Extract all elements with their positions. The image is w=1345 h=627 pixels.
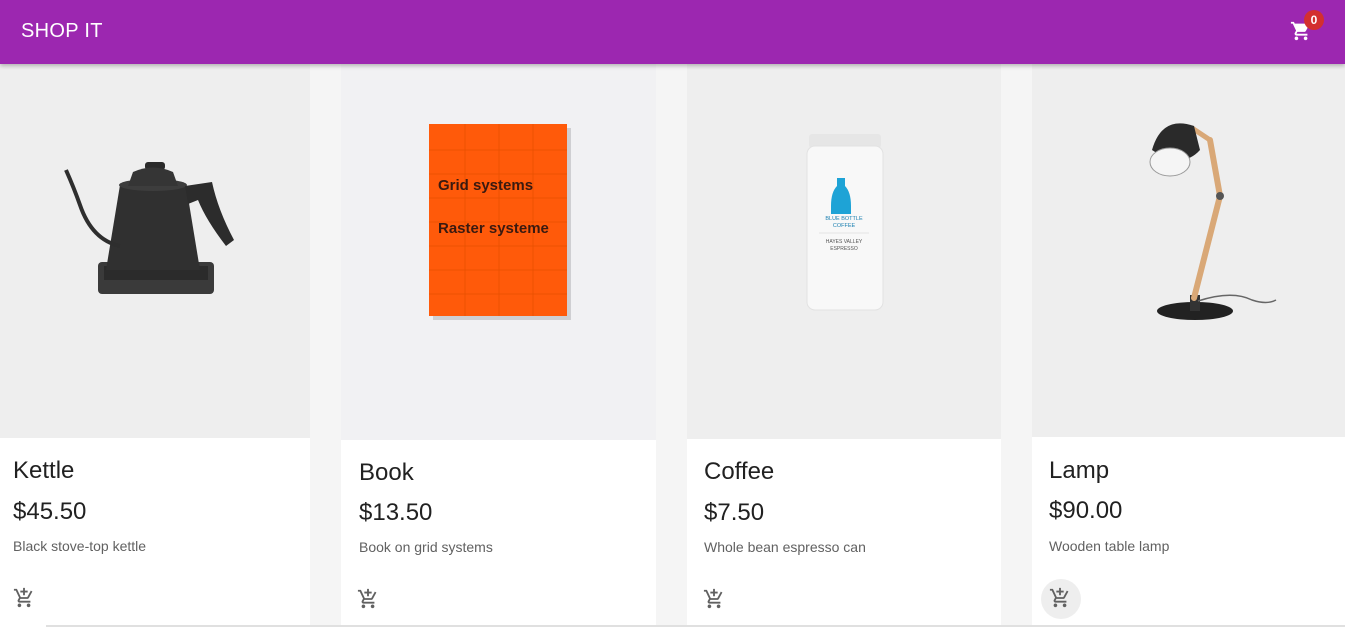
product-description: Black stove-top kettle xyxy=(13,538,147,554)
product-image-lamp xyxy=(1032,0,1345,437)
product-card-kettle: Kettle $45.50 Black stove-top kettle xyxy=(0,0,310,627)
book-cover-title: Grid systems xyxy=(438,177,533,194)
product-price: $13.50 xyxy=(359,499,433,526)
add-shopping-cart-icon xyxy=(1049,587,1069,608)
product-name[interactable]: Kettle xyxy=(13,457,74,485)
product-image-coffee: BLUE BOTTLE COFFEE HAYES VALLEY ESPRESSO xyxy=(687,0,1001,439)
product-description: Wooden table lamp xyxy=(1049,538,1170,554)
product-card-coffee: BLUE BOTTLE COFFEE HAYES VALLEY ESPRESSO… xyxy=(687,0,1001,627)
coffee-label-brand-1: BLUE BOTTLE xyxy=(825,216,863,222)
add-shopping-cart-icon xyxy=(13,587,33,608)
product-description: Whole bean espresso can xyxy=(704,539,866,555)
coffee-can-image: BLUE BOTTLE COFFEE HAYES VALLEY ESPRESSO xyxy=(806,134,884,311)
app-bar: SHOP IT 0 xyxy=(0,0,1345,64)
product-price: $7.50 xyxy=(704,499,765,526)
product-card-book: Grid systems Raster systeme Book $13.50 … xyxy=(341,0,656,627)
add-to-cart-button[interactable] xyxy=(5,579,45,619)
book-cover-subtitle: Raster systeme xyxy=(438,220,549,237)
product-name[interactable]: Lamp xyxy=(1049,457,1109,485)
product-price: $45.50 xyxy=(13,498,87,525)
add-to-cart-button[interactable] xyxy=(349,580,389,620)
cart-button[interactable]: 0 xyxy=(1284,10,1324,50)
product-name[interactable]: Coffee xyxy=(704,458,774,486)
add-shopping-cart-icon xyxy=(703,588,723,609)
add-to-cart-button[interactable] xyxy=(695,580,735,620)
book-image: Grid systems Raster systeme xyxy=(429,124,571,320)
product-image-kettle xyxy=(0,0,310,438)
brand-title[interactable]: SHOP IT xyxy=(21,20,103,43)
coffee-label-name-2: ESPRESSO xyxy=(830,246,858,252)
kettle-image xyxy=(64,162,234,294)
product-card-lamp: Lamp $90.00 Wooden table lamp xyxy=(1032,0,1345,627)
product-price: $90.00 xyxy=(1049,497,1123,524)
lamp-image xyxy=(1149,123,1277,320)
product-image-book: Grid systems Raster systeme xyxy=(341,0,656,440)
add-shopping-cart-icon xyxy=(357,588,377,609)
cart-count-badge: 0 xyxy=(1304,10,1324,30)
product-description: Book on grid systems xyxy=(359,539,493,555)
coffee-label-name-1: HAYES VALLEY xyxy=(826,239,863,245)
product-name[interactable]: Book xyxy=(359,459,414,487)
coffee-label-brand-2: COFFEE xyxy=(833,223,856,229)
add-to-cart-button[interactable] xyxy=(1041,579,1081,619)
